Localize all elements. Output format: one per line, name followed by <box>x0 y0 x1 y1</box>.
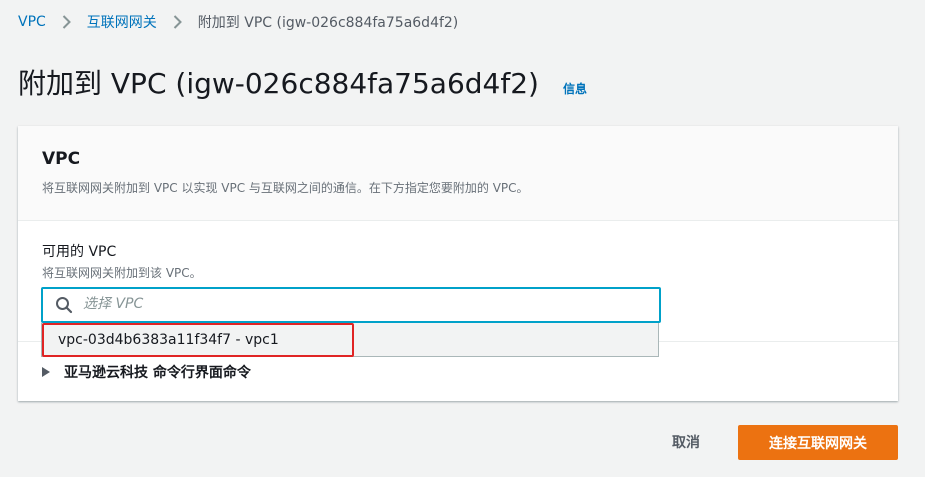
info-link[interactable]: 信息 <box>563 80 587 97</box>
attach-internet-gateway-button[interactable]: 连接互联网网关 <box>738 425 898 460</box>
vpc-search-input[interactable] <box>83 292 643 316</box>
search-icon <box>55 296 73 314</box>
caret-right-icon <box>42 367 50 377</box>
panel-header: VPC 将互联网网关附加到 VPC 以实现 VPC 与互联网之间的通信。在下方指… <box>18 126 898 221</box>
cancel-button[interactable]: 取消 <box>655 425 717 459</box>
cli-commands-label: 亚马逊云科技 命令行界面命令 <box>64 365 251 381</box>
vpc-select-input-box[interactable] <box>41 287 661 323</box>
vpc-panel: VPC 将互联网网关附加到 VPC 以实现 VPC 与互联网之间的通信。在下方指… <box>18 126 898 401</box>
page-title: 附加到 VPC (igw-026c884fa75a6d4f2) <box>18 67 539 100</box>
panel-description: 将互联网网关附加到 VPC 以实现 VPC 与互联网之间的通信。在下方指定您要附… <box>42 181 529 195</box>
vpc-dropdown-list: vpc-03d4b6383a11f34f7 - vpc1 <box>41 323 659 357</box>
vpc-option[interactable]: vpc-03d4b6383a11f34f7 - vpc1 <box>42 323 354 357</box>
breadcrumb-internet-gateways[interactable]: 互联网网关 <box>87 12 157 32</box>
available-vpc-description: 将互联网网关附加到该 VPC。 <box>42 266 202 280</box>
breadcrumb-vpc[interactable]: VPC <box>18 14 46 30</box>
cli-commands-expander[interactable]: 亚马逊云科技 命令行界面命令 <box>42 362 251 382</box>
chevron-right-icon <box>173 15 182 29</box>
available-vpc-label: 可用的 VPC <box>42 244 117 260</box>
breadcrumb-current: 附加到 VPC (igw-026c884fa75a6d4f2) <box>197 15 459 31</box>
panel-title: VPC <box>42 149 81 169</box>
chevron-right-icon <box>62 15 71 29</box>
breadcrumb: VPC 互联网网关 附加到 VPC (igw-026c884fa75a6d4f2… <box>18 12 458 32</box>
